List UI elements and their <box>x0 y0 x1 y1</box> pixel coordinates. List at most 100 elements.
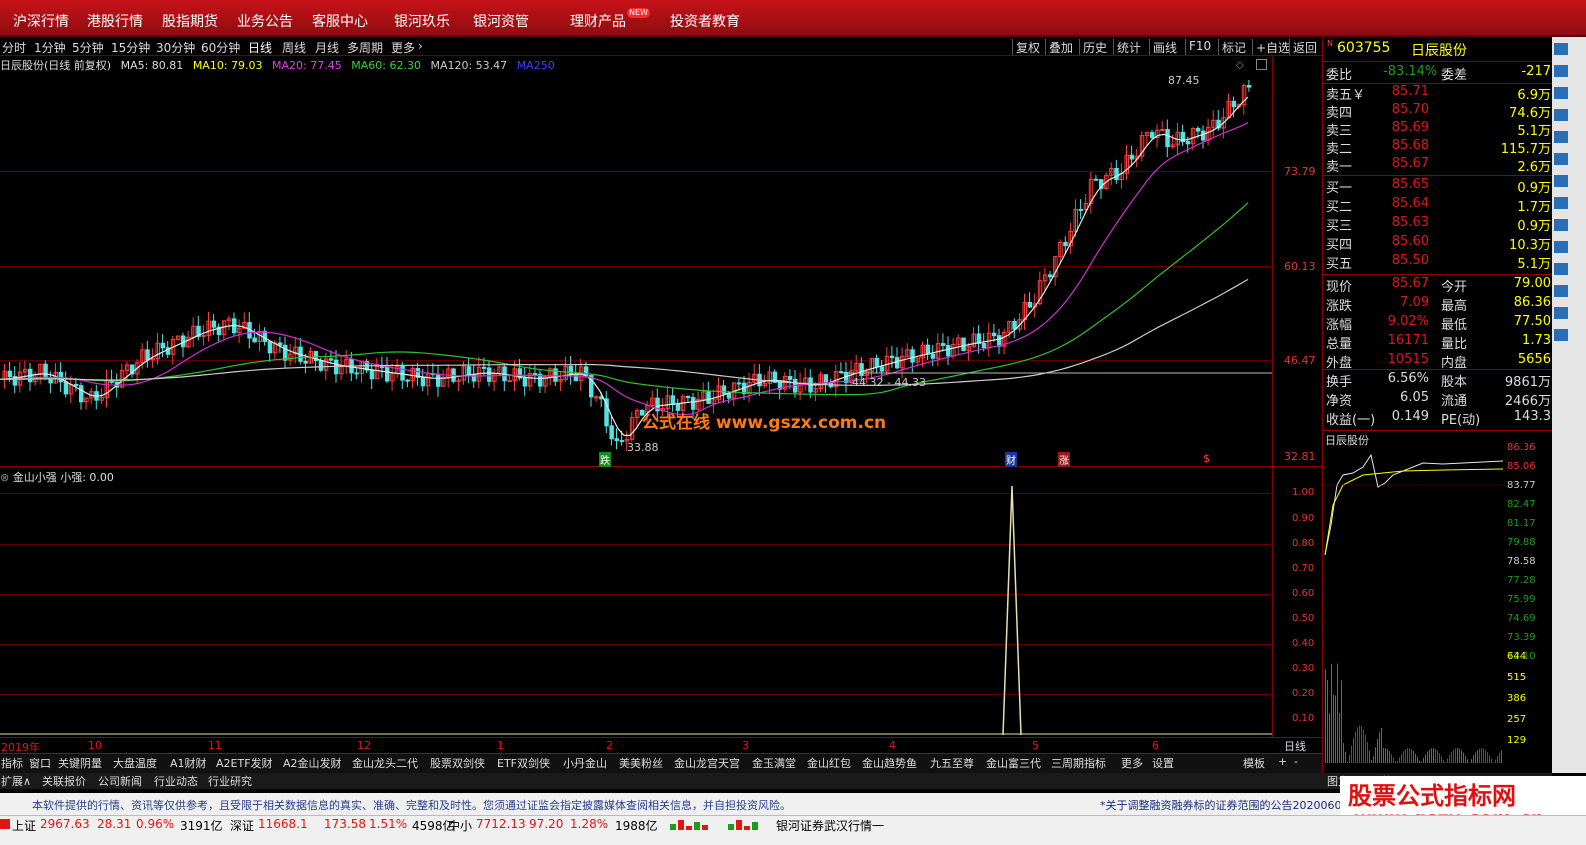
zx-label[interactable]: 中小 <box>448 817 472 834</box>
period-60m[interactable]: 60分钟 <box>201 39 240 56</box>
indicator-tab[interactable]: 九五至尊 <box>930 755 974 771</box>
indicator-tab[interactable]: 指标 <box>1 755 23 771</box>
indicator-tab[interactable]: 大盘温度 <box>113 755 157 771</box>
sidebar-button[interactable] <box>1554 109 1568 121</box>
period-15m[interactable]: 15分钟 <box>111 39 150 56</box>
tab-related[interactable]: 关联报价 <box>42 773 86 789</box>
nav-ganggu[interactable]: 港股行情 <box>87 11 143 31</box>
candle <box>1185 141 1191 145</box>
indicator-tab[interactable]: ETF双剑侠 <box>497 755 550 771</box>
nav-licai[interactable]: 理财产品 <box>570 11 626 31</box>
tab-industry[interactable]: 行业动态 <box>154 773 198 789</box>
indicator-tab[interactable]: 金山富三代 <box>986 755 1041 771</box>
ma5-line <box>0 96 1249 436</box>
mini-volume-bar <box>1441 756 1442 763</box>
sidebar-button[interactable] <box>1554 175 1568 187</box>
nav-jiaoyu[interactable]: 投资者教育 <box>670 11 740 31</box>
sidebar-button[interactable] <box>1554 43 1568 55</box>
sh-change: 28.31 <box>97 817 132 831</box>
marker-dollar[interactable]: $ <box>1203 452 1210 465</box>
indicator-tab[interactable]: 日线 <box>1284 738 1306 754</box>
tool-f10[interactable]: F10 <box>1185 39 1211 55</box>
broker-label[interactable]: 银河证券武汉行情一 <box>776 817 884 834</box>
period-5m[interactable]: 5分钟 <box>72 39 104 56</box>
indicator-tab[interactable]: 小丹金山 <box>563 755 607 771</box>
indicator-y-label: 0.20 <box>1292 688 1315 699</box>
tab-extend[interactable]: 扩展∧ <box>1 773 31 789</box>
sz-label[interactable]: 深证 <box>230 817 254 834</box>
indicator-tab[interactable]: A2金山发财 <box>283 755 342 771</box>
indicator-tab[interactable]: - <box>1294 755 1298 768</box>
high-label: 87.45 <box>1168 74 1200 87</box>
indicator-tab[interactable]: + <box>1278 755 1287 768</box>
marker-zhang[interactable]: 涨 <box>1058 452 1070 467</box>
chevron-right-icon[interactable]: › <box>418 39 423 53</box>
tool-lishi[interactable]: 历史 <box>1079 39 1107 55</box>
indicator-tab[interactable]: 模板 <box>1243 755 1265 771</box>
sidebar-button[interactable] <box>1554 153 1568 165</box>
tool-biaoji[interactable]: 标记 <box>1218 39 1246 55</box>
indicator-tab[interactable]: 窗口 <box>29 755 51 771</box>
mini-volume-bar <box>1465 755 1466 763</box>
period-1m[interactable]: 1分钟 <box>34 39 66 56</box>
tool-tongji[interactable]: 统计 <box>1113 39 1141 55</box>
indicator-tab[interactable]: 股票双剑侠 <box>430 755 485 771</box>
sidebar-button[interactable] <box>1554 241 1568 253</box>
announcement-link[interactable]: *关于调整融资融券标的证券范围的公告2020060 <box>1100 797 1342 813</box>
indicator-tab[interactable]: 关键阴量 <box>58 755 102 771</box>
sz-change: 173.58 <box>324 817 366 831</box>
nav-zigu[interactable]: 银河资管 <box>473 11 529 31</box>
marker-die[interactable]: 跌 <box>599 452 611 467</box>
sidebar-button[interactable] <box>1554 285 1568 297</box>
nav-yewu[interactable]: 业务公告 <box>237 11 293 31</box>
period-30m[interactable]: 30分钟 <box>156 39 195 56</box>
indicator-tab[interactable]: 更多 <box>1121 755 1143 771</box>
mini-volume-bar <box>1333 694 1334 763</box>
mini-volume-bar <box>1337 663 1338 763</box>
period-month[interactable]: 月线 <box>315 39 339 56</box>
nav-kefu[interactable]: 客服中心 <box>312 11 368 31</box>
sidebar-button[interactable] <box>1554 307 1568 319</box>
candle <box>79 385 84 403</box>
tab-news[interactable]: 公司新闻 <box>98 773 142 789</box>
sidebar-button[interactable] <box>1554 65 1568 77</box>
candle <box>211 320 217 328</box>
indicator-tab[interactable]: 三周期指标 <box>1051 755 1106 771</box>
indicator-tab[interactable]: 美美粉丝 <box>619 755 663 771</box>
mini-volume-bar <box>1327 680 1328 763</box>
tool-zixuan[interactable]: +自选 <box>1252 39 1290 55</box>
indicator-tab[interactable]: 金山红包 <box>807 755 851 771</box>
indicator-tab[interactable]: 金山龙头二代 <box>352 755 418 771</box>
tool-huaxian[interactable]: 画线 <box>1149 39 1177 55</box>
indicator-tab[interactable]: A1财财 <box>170 755 207 771</box>
sidebar-button[interactable] <box>1554 219 1568 231</box>
indicator-tab[interactable]: 金玉满堂 <box>752 755 796 771</box>
period-week[interactable]: 周线 <box>282 39 306 56</box>
nav-guzhi[interactable]: 股指期货 <box>162 11 218 31</box>
tool-fanhui[interactable]: 返回 <box>1289 39 1317 55</box>
indicator-tab[interactable]: 金山趋势鱼 <box>862 755 917 771</box>
indicator-tab[interactable]: A2ETF发财 <box>216 755 273 771</box>
indicator-tab[interactable]: 设置 <box>1152 755 1174 771</box>
top-nav-bar: 沪深行情 港股行情 股指期货 业务公告 客服中心 银河玖乐 银河资管 理财产品 … <box>0 0 1586 37</box>
marker-cai[interactable]: 财 <box>1005 452 1017 467</box>
period-more[interactable]: 更多 <box>391 39 415 56</box>
nav-hushen[interactable]: 沪深行情 <box>13 11 69 31</box>
indicator-tab[interactable]: 金山龙宫天宫 <box>674 755 740 771</box>
candle <box>736 382 742 385</box>
mini-volume-bar <box>1345 751 1346 763</box>
period-fenshi[interactable]: 分时 <box>2 39 26 56</box>
tab-research[interactable]: 行业研究 <box>208 773 252 789</box>
nav-jiule[interactable]: 银河玖乐 <box>394 11 450 31</box>
period-multi[interactable]: 多周期 <box>347 39 383 56</box>
sidebar-button[interactable] <box>1554 329 1568 341</box>
tool-diejia[interactable]: 叠加 <box>1045 39 1073 55</box>
sidebar-button[interactable] <box>1554 131 1568 143</box>
sidebar-button[interactable] <box>1554 263 1568 275</box>
sidebar-button[interactable] <box>1554 197 1568 209</box>
mini-volume-bar <box>1343 743 1344 763</box>
period-day[interactable]: 日线 <box>248 39 272 56</box>
sidebar-button[interactable] <box>1554 87 1568 99</box>
sh-label[interactable]: 上证 <box>12 817 36 834</box>
tool-fuquan[interactable]: 复权 <box>1012 39 1040 55</box>
